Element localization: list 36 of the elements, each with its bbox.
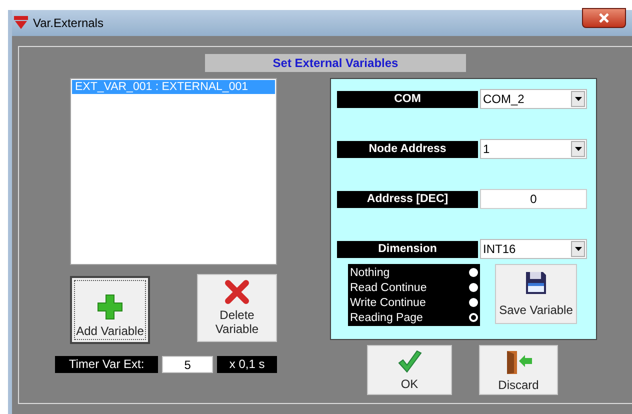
checkmark-icon (396, 350, 422, 374)
field-label: Address [DEC] (337, 190, 478, 208)
timer-unit-label: x 0,1 s (217, 356, 277, 373)
ok-button[interactable]: OK (367, 345, 452, 395)
delete-variable-button[interactable]: Delete Variable (197, 274, 277, 342)
radio-button[interactable] (469, 313, 478, 322)
close-icon (598, 13, 610, 23)
window-title: Var.Externals (33, 16, 104, 30)
radio-label: Nothing (350, 266, 390, 278)
radio-label: Write Continue (350, 296, 426, 308)
radio-label: Reading Page (350, 312, 423, 324)
discard-button[interactable]: Discard (479, 345, 558, 395)
dropdown-field[interactable]: INT16 (480, 239, 587, 259)
text-field[interactable]: 0 (480, 189, 587, 209)
triangle-logo-icon (14, 16, 28, 30)
radio-button[interactable] (469, 283, 478, 292)
section-header: Set External Variables (205, 54, 466, 72)
dropdown-field[interactable]: COM_2 (480, 89, 587, 109)
field-label: Node Address (337, 140, 478, 158)
close-button[interactable] (582, 8, 626, 28)
cross-icon (225, 280, 249, 304)
dropdown-arrow-icon (574, 247, 582, 251)
timer-field[interactable]: 5 (162, 356, 214, 373)
add-variable-button[interactable]: Add Variable (70, 276, 150, 344)
dropdown-field[interactable]: 1 (480, 139, 587, 159)
radio-label: Read Continue (350, 282, 427, 294)
plus-icon (97, 294, 123, 320)
timer-label: Timer Var Ext: (55, 356, 158, 373)
radio-button[interactable] (469, 298, 478, 307)
field-label: Dimension (337, 240, 478, 258)
field-label: COM (337, 90, 478, 108)
radio-button[interactable] (469, 268, 478, 277)
save-variable-button[interactable]: Save Variable (495, 264, 577, 324)
dropdown-arrow-icon (574, 147, 582, 151)
door-arrow-icon (504, 348, 532, 374)
dropdown-arrow-icon (574, 97, 582, 101)
